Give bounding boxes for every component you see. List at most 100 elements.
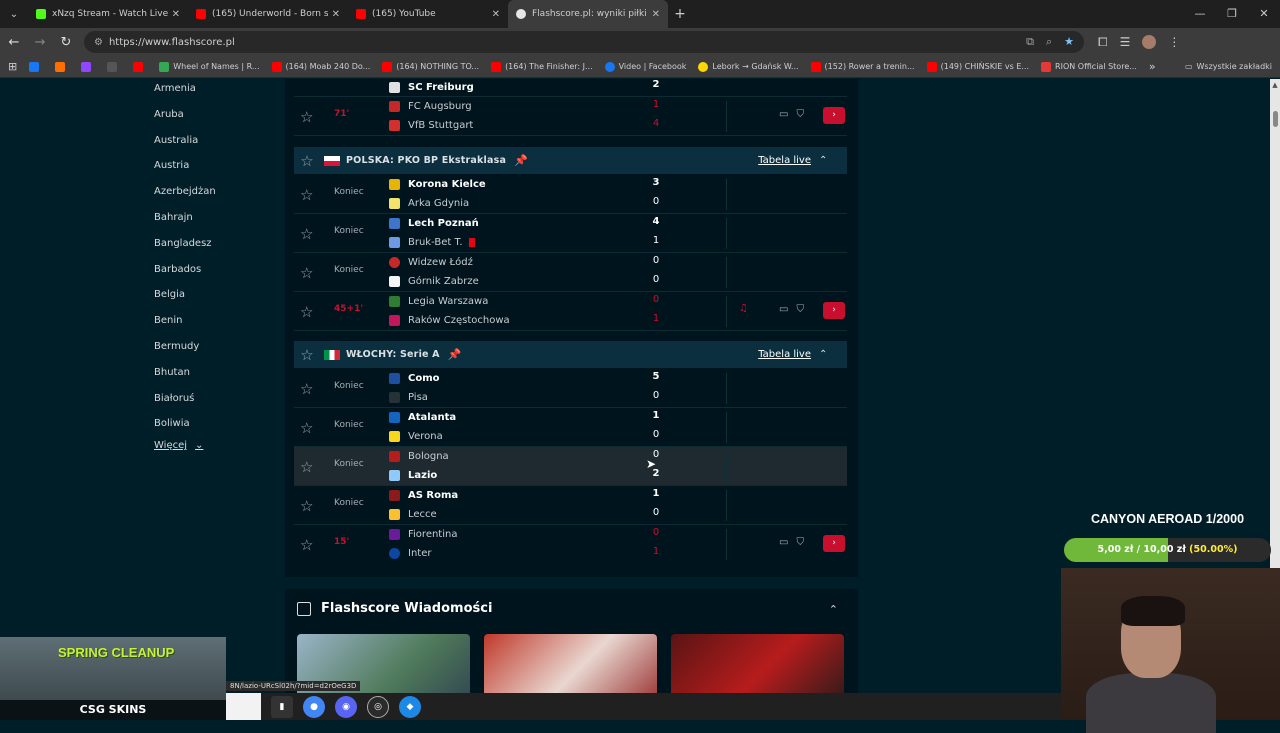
close-tab-icon[interactable]: ✕ <box>652 9 660 20</box>
match-row[interactable]: ☆ 45+1' Legia Warszawa Raków Częstochowa… <box>294 292 847 331</box>
tab-kick[interactable]: xNzq Stream - Watch Live on K ✕ <box>28 0 188 28</box>
reload-icon[interactable]: ↻ <box>54 35 78 50</box>
pin-icon[interactable]: 📌 <box>514 154 528 167</box>
bookmark-item[interactable]: (149) CHIŃSKIE vs E... <box>926 61 1029 72</box>
bookmark-item[interactable] <box>29 61 43 72</box>
lineup-shirt-icon[interactable]: ⛉ <box>796 109 804 120</box>
bookmark-item[interactable]: RION Official Store... <box>1041 61 1137 72</box>
live-preview-button[interactable]: › <box>823 302 845 319</box>
forward-icon[interactable]: → <box>28 35 52 50</box>
favorite-star-icon[interactable]: ☆ <box>300 380 313 398</box>
close-tab-icon[interactable]: ✕ <box>332 9 340 20</box>
live-table-link[interactable]: Tabela live <box>758 155 811 166</box>
match-row[interactable]: ☆ Koniec Lech Poznań Bruk-Bet T. 4 1 <box>294 214 847 253</box>
match-row[interactable]: ☆ Koniec Bologna Lazio 0 2 ➤ <box>294 447 847 486</box>
sidebar-country[interactable]: Aruba <box>154 105 264 131</box>
tv-icon[interactable]: ▭ <box>779 304 788 315</box>
bookmark-item[interactable]: (164) NOTHING TO... <box>382 61 479 72</box>
tab-search-icon[interactable]: ⌄ <box>0 0 28 28</box>
live-preview-button[interactable]: › <box>823 535 845 552</box>
sidebar-country[interactable]: Boliwia <box>154 414 264 440</box>
favorite-star-icon[interactable]: ☆ <box>300 419 313 437</box>
profile-avatar[interactable] <box>1142 34 1157 49</box>
match-row[interactable]: ☆ Koniec Widzew Łódź Górnik Zabrze 0 0 <box>294 253 847 292</box>
league-header[interactable]: ☆ WŁOCHY: Serie A 📌 Tabela live ⌃ <box>294 341 847 368</box>
sidebar-country[interactable]: Bahrajn <box>154 208 264 234</box>
bookmark-item[interactable] <box>81 61 95 72</box>
bookmark-item[interactable] <box>133 61 147 72</box>
match-row[interactable]: ☆ 71' FC Augsburg VfB Stuttgart 1 4 ▭ ⛉ › <box>294 97 847 136</box>
address-bar[interactable]: ⚙ https://www.flashscore.pl ⧉ ⌕ ★ <box>84 31 1084 53</box>
chrome-icon[interactable]: ● <box>303 695 325 718</box>
bookmarks-overflow-icon[interactable]: » <box>1149 60 1156 73</box>
sidebar-country[interactable]: Bangladesz <box>154 234 264 260</box>
obs-icon[interactable]: ◎ <box>367 695 389 718</box>
apps-icon[interactable]: ⊞ <box>8 60 17 73</box>
sidebar-country[interactable]: Barbados <box>154 260 264 286</box>
menu-icon[interactable]: ⋮ <box>1168 35 1180 50</box>
match-row[interactable]: ☆ 15' Fiorentina Inter 0 1 ▭ ⛉ › <box>294 525 847 564</box>
zoom-icon[interactable]: ⌕ <box>1046 35 1052 49</box>
all-bookmarks[interactable]: ▭ Wszystkie zakładki <box>1185 62 1272 71</box>
site-info-icon[interactable]: ⚙ <box>94 37 103 48</box>
tab-flashscore[interactable]: Flashscore.pl: wyniki piłki nożne ✕ <box>508 0 668 28</box>
audio-commentary-icon[interactable]: ♫ <box>739 303 748 314</box>
pin-icon[interactable]: 📌 <box>448 348 462 361</box>
reading-list-icon[interactable]: ☰ <box>1120 35 1131 50</box>
tv-icon[interactable]: ▭ <box>779 109 788 120</box>
sidebar-country[interactable]: Australia <box>154 131 264 157</box>
favorite-star-icon[interactable]: ☆ <box>300 264 313 282</box>
tab-youtube-underworld[interactable]: (165) Underworld - Born slippy ✕ <box>188 0 348 28</box>
match-row[interactable]: ☆ Koniec AS Roma Lecce 1 0 <box>294 486 847 525</box>
sidebar-country[interactable]: Białoruś <box>154 389 264 415</box>
bookmark-star-icon[interactable]: ★ <box>1064 35 1074 49</box>
back-icon[interactable]: ← <box>2 35 26 50</box>
tv-icon[interactable]: ▭ <box>779 537 788 548</box>
new-tab-icon[interactable]: + <box>668 6 692 22</box>
more-countries-link[interactable]: Więcej ⌄ <box>154 440 264 451</box>
favorite-star-icon[interactable]: ☆ <box>294 346 320 364</box>
favorite-star-icon[interactable]: ☆ <box>300 497 313 515</box>
close-tab-icon[interactable]: ✕ <box>492 9 500 20</box>
chevron-up-icon[interactable]: ⌃ <box>819 349 839 360</box>
lineup-shirt-icon[interactable]: ⛉ <box>796 537 804 548</box>
sidebar-country[interactable]: Bhutan <box>154 363 264 389</box>
favorite-star-icon[interactable]: ☆ <box>300 108 313 126</box>
app-icon[interactable]: ◆ <box>399 695 421 718</box>
league-header[interactable]: ☆ POLSKA: PKO BP Ekstraklasa 📌 Tabela li… <box>294 147 847 174</box>
bookmark-item[interactable]: (152) Rower a trenin... <box>810 61 915 72</box>
minimize-icon[interactable]: — <box>1184 0 1216 28</box>
close-tab-icon[interactable]: ✕ <box>172 9 180 20</box>
live-preview-button[interactable]: › <box>823 107 845 124</box>
favorite-star-icon[interactable]: ☆ <box>300 79 313 81</box>
bookmark-item[interactable] <box>55 61 69 72</box>
sidebar-country[interactable]: Austria <box>154 156 264 182</box>
bookmark-item[interactable]: (164) Moab 240 Do... <box>271 61 370 72</box>
favorite-star-icon[interactable]: ☆ <box>294 152 320 170</box>
discord-icon[interactable]: ◉ <box>335 695 357 718</box>
chevron-up-icon[interactable]: ⌃ <box>819 155 839 166</box>
sidebar-country[interactable]: Armenia <box>154 79 264 105</box>
scroll-up-icon[interactable]: ▲ <box>1270 81 1280 89</box>
sidebar-country[interactable]: Benin <box>154 311 264 337</box>
tab-youtube[interactable]: (165) YouTube ✕ <box>348 0 508 28</box>
sidebar-country[interactable]: Belgia <box>154 285 264 311</box>
match-row[interactable]: ☆ Koniec Korona Kielce Arka Gdynia 3 0 <box>294 175 847 214</box>
bookmark-item[interactable]: Video | Facebook <box>604 61 686 72</box>
live-table-link[interactable]: Tabela live <box>758 349 811 360</box>
terminal-icon[interactable]: ▮ <box>271 695 293 718</box>
close-window-icon[interactable]: ✕ <box>1248 0 1280 28</box>
chevron-up-icon[interactable]: ⌃ <box>829 603 838 616</box>
sidebar-country[interactable]: Azerbejdżan <box>154 182 264 208</box>
favorite-star-icon[interactable]: ☆ <box>300 303 313 321</box>
bookmark-item[interactable]: Lebork → Gdańsk W... <box>698 61 799 72</box>
bookmark-item[interactable]: (164) The Finisher: J... <box>491 61 593 72</box>
lineup-shirt-icon[interactable]: ⛉ <box>796 304 804 315</box>
match-row[interactable]: ☆ Koniec Como Pisa 5 0 <box>294 369 847 408</box>
sidebar-country[interactable]: Bermudy <box>154 337 264 363</box>
match-row[interactable]: ☆ Koniec Atalanta Verona 1 0 <box>294 408 847 447</box>
favorite-star-icon[interactable]: ☆ <box>300 458 313 476</box>
bookmark-item[interactable] <box>107 61 121 72</box>
scrollbar-thumb[interactable] <box>1273 111 1278 127</box>
bookmark-item[interactable]: Wheel of Names | R... <box>159 61 260 72</box>
